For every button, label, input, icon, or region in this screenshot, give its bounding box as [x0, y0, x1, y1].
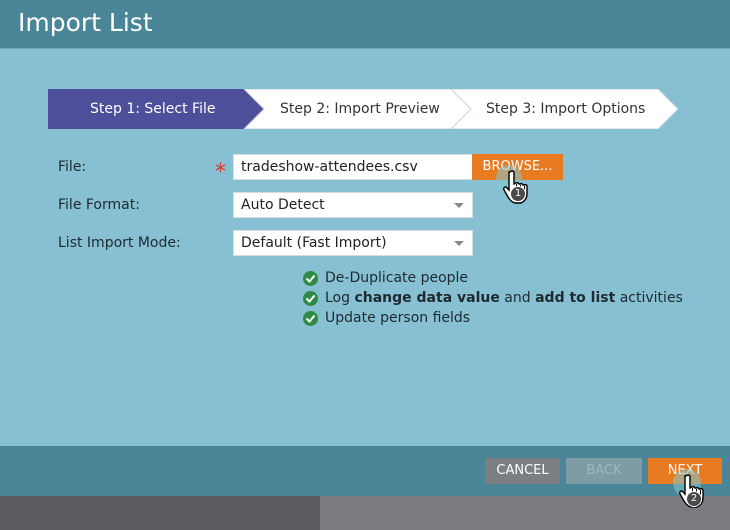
log-mid: and — [499, 290, 536, 306]
log-prefix: Log — [325, 290, 355, 306]
background-panel-right — [320, 496, 730, 530]
dropdown-caret-icon — [454, 203, 464, 208]
check-icon — [303, 291, 318, 306]
check-icon — [303, 311, 318, 326]
import-list-dialog: Import List Step 1: Select File Step 2: … — [0, 0, 730, 497]
step-2-import-preview[interactable]: Step 2: Import Preview — [264, 89, 454, 129]
dialog-titlebar: Import List — [0, 0, 730, 49]
check-icon — [303, 271, 318, 286]
list-import-mode-value: Default (Fast Import) — [241, 235, 387, 251]
dropdown-caret-icon — [454, 241, 464, 246]
dialog-title: Import List — [18, 8, 153, 37]
step-badge-1: 1 — [510, 186, 526, 202]
file-input[interactable]: tradeshow-attendees.csv — [233, 154, 473, 180]
step-3-label: Step 3: Import Options — [486, 101, 646, 117]
step-3-import-options[interactable]: Step 3: Import Options — [471, 89, 661, 129]
cancel-button[interactable]: CANCEL — [485, 458, 560, 484]
step-1-label: Step 1: Select File — [90, 101, 216, 117]
back-button[interactable]: BACK — [566, 458, 642, 484]
hand-cursor-icon: 1 — [502, 170, 530, 209]
list-import-mode-label: List Import Mode: — [58, 235, 181, 251]
wizard-steps: Step 1: Select File Step 2: Import Previ… — [48, 89, 678, 129]
log-change-data-value: change data value — [354, 290, 500, 306]
log-suffix: activities — [615, 290, 683, 306]
option-update-label: Update person fields — [325, 310, 471, 326]
log-add-to-list: add to list — [535, 290, 616, 306]
background-panel-left — [0, 496, 320, 530]
file-format-select[interactable]: Auto Detect — [233, 192, 473, 218]
option-log-label: Log change data value and add to list ac… — [325, 288, 683, 308]
hand-cursor-icon: 2 — [678, 474, 706, 513]
file-format-label: File Format: — [58, 197, 140, 213]
step-badge-2: 2 — [686, 491, 702, 507]
step-1-select-file[interactable]: Step 1: Select File — [48, 89, 248, 129]
list-import-mode-select[interactable]: Default (Fast Import) — [233, 230, 473, 256]
file-format-value: Auto Detect — [241, 197, 325, 213]
option-dedupe-label: De-Duplicate people — [325, 270, 469, 286]
file-label: File: — [58, 159, 87, 175]
required-marker: * — [215, 160, 226, 185]
step-2-label: Step 2: Import Preview — [280, 101, 440, 117]
